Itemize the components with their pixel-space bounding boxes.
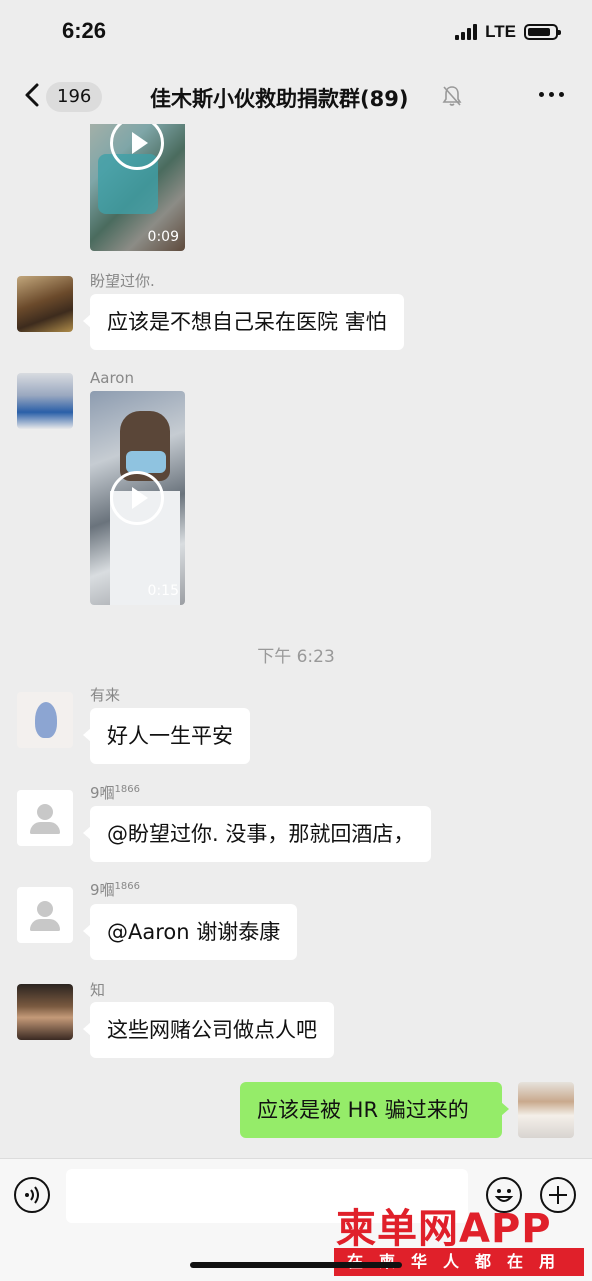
chat-messages[interactable]: 0:09 盼望过你. 应该是不想自己呆在医院 害怕 Aaron 0:15 下午 … xyxy=(0,124,592,1158)
network-label: LTE xyxy=(485,22,516,41)
message-bubble[interactable]: 这些网赌公司做点人吧 xyxy=(83,1002,334,1058)
status-time: 6:26 xyxy=(62,18,107,43)
signal-icon xyxy=(455,24,478,40)
watermark-logo: 柬单网APP xyxy=(336,1206,552,1252)
avatar[interactable] xyxy=(17,373,73,429)
video-message[interactable]: 0:15 xyxy=(90,391,185,605)
sender-suffix: 1866 xyxy=(114,881,140,892)
video-duration: 0:15 xyxy=(147,583,179,599)
chat-header: 196 佳木斯小伙救助捐款群(89) xyxy=(0,70,592,124)
sender-name: 有来 xyxy=(90,686,121,704)
message-bubble[interactable]: @Aaron 谢谢泰康 xyxy=(82,904,298,960)
sender-name: 知 xyxy=(90,981,106,999)
message-timestamp: 下午 6:23 xyxy=(257,647,335,667)
video-duration: 0:09 xyxy=(147,229,179,245)
sender-name: 9嗰1866 xyxy=(90,881,140,899)
avatar[interactable] xyxy=(17,984,73,1040)
chat-title: 佳木斯小伙救助捐款群(89) xyxy=(150,87,409,111)
avatar[interactable] xyxy=(17,692,73,748)
voice-icon[interactable] xyxy=(14,1177,50,1213)
status-bar: 6:26 LTE xyxy=(0,0,592,70)
avatar-placeholder[interactable] xyxy=(17,790,73,846)
status-indicators: LTE xyxy=(455,22,561,42)
message-bubble-own[interactable]: 应该是被 HR 骗过来的 xyxy=(240,1082,509,1138)
message-bubble[interactable]: 应该是不想自己呆在医院 害怕 xyxy=(83,294,404,350)
video-message[interactable]: 0:09 xyxy=(90,124,185,251)
avatar-own[interactable] xyxy=(518,1082,574,1138)
message-bubble[interactable]: 好人一生平安 xyxy=(83,708,250,764)
avatar[interactable] xyxy=(17,276,73,332)
sender-name: 盼望过你. xyxy=(90,272,155,290)
more-icon[interactable] xyxy=(539,92,564,97)
sender-name: Aaron xyxy=(90,369,134,387)
avatar-placeholder[interactable] xyxy=(17,887,73,943)
play-icon[interactable] xyxy=(110,471,164,525)
mute-icon xyxy=(442,86,462,106)
message-bubble[interactable]: @盼望过你. 没事，那就回酒店， xyxy=(82,806,432,862)
home-indicator[interactable] xyxy=(190,1262,402,1268)
sender-name: 9嗰1866 xyxy=(90,784,140,802)
battery-icon xyxy=(524,24,561,40)
unread-count-badge[interactable]: 196 xyxy=(46,82,103,112)
sender-suffix: 1866 xyxy=(114,784,140,795)
back-icon[interactable] xyxy=(18,80,48,110)
